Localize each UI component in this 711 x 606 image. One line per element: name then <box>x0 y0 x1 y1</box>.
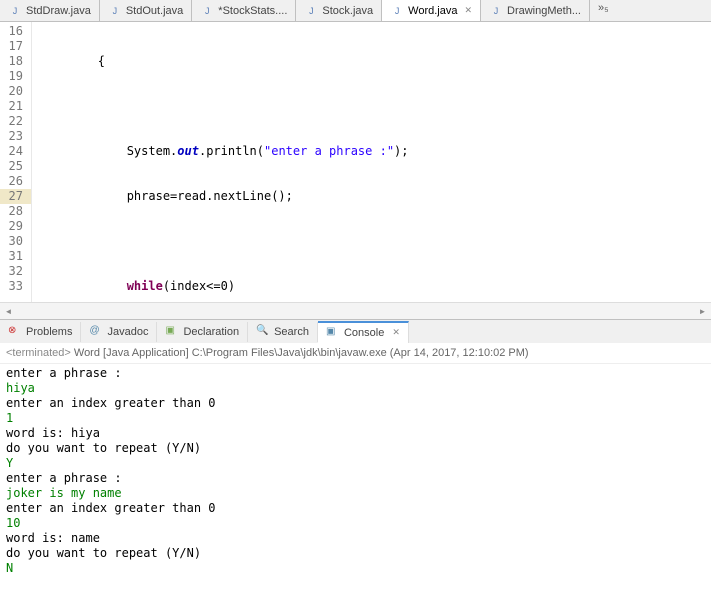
tab-label: Console <box>344 327 384 339</box>
console-input-line: joker is my name <box>6 486 705 501</box>
tab-label: Stock.java <box>322 5 373 17</box>
console-line: do you want to repeat (Y/N) <box>6 546 705 561</box>
tab-stddraw[interactable]: J StdDraw.java <box>0 0 100 21</box>
java-file-icon: J <box>304 4 318 18</box>
console-line: enter an index greater than 0 <box>6 396 705 411</box>
tab-label: DrawingMeth... <box>507 5 581 17</box>
tab-stockstats[interactable]: J *StockStats.... <box>192 0 296 21</box>
tab-label: Javadoc <box>107 326 148 338</box>
java-file-icon: J <box>108 4 122 18</box>
scroll-right-icon[interactable]: ► <box>694 303 711 320</box>
line-number: 16 <box>0 24 31 39</box>
console-input-line: Y <box>6 456 705 471</box>
line-number: 26 <box>0 174 31 189</box>
tab-word[interactable]: J Word.java ✕ <box>382 0 481 21</box>
tab-stock[interactable]: J Stock.java <box>296 0 382 21</box>
console-output[interactable]: enter a phrase : hiya enter an index gre… <box>0 364 711 578</box>
code-editor[interactable]: 16 17 18 19 20 21 22 23 24 25 26 27 28 2… <box>0 22 711 302</box>
line-number: 21 <box>0 99 31 114</box>
declaration-icon: ▣ <box>165 325 179 339</box>
tab-label: StdOut.java <box>126 5 183 17</box>
console-input-line: hiya <box>6 381 705 396</box>
line-number: 23 <box>0 129 31 144</box>
line-number-warning: 27 <box>0 189 31 204</box>
console-input-line: 1 <box>6 411 705 426</box>
console-icon: ▣ <box>326 326 340 340</box>
console-header: <terminated> Word [Java Application] C:\… <box>0 343 711 364</box>
line-number: 32 <box>0 264 31 279</box>
console-line: word is: name <box>6 531 705 546</box>
line-number: 19 <box>0 69 31 84</box>
tab-stdout[interactable]: J StdOut.java <box>100 0 192 21</box>
console-line: do you want to repeat (Y/N) <box>6 441 705 456</box>
console-input-line: N <box>6 561 705 576</box>
line-number: 25 <box>0 159 31 174</box>
tab-label: StdDraw.java <box>26 5 91 17</box>
line-number: 24 <box>0 144 31 159</box>
more-tabs-icon[interactable]: »₅ <box>590 0 617 21</box>
java-file-icon: J <box>8 4 22 18</box>
line-number: 29 <box>0 219 31 234</box>
javadoc-icon: @ <box>89 325 103 339</box>
search-icon: 🔍 <box>256 325 270 339</box>
close-icon[interactable]: ✕ <box>464 5 472 16</box>
console-line: enter a phrase : <box>6 471 705 486</box>
java-file-icon: J <box>489 4 503 18</box>
launch-config-label: Word [Java Application] C:\Program Files… <box>71 347 529 359</box>
line-number: 22 <box>0 114 31 129</box>
close-icon[interactable]: ✕ <box>392 327 400 338</box>
tab-console[interactable]: ▣ Console ✕ <box>318 321 409 343</box>
line-number: 31 <box>0 249 31 264</box>
tab-label: Search <box>274 326 309 338</box>
line-number: 28 <box>0 204 31 219</box>
terminated-label: <terminated> <box>6 347 71 359</box>
java-file-icon: J <box>390 4 404 18</box>
tab-label: Problems <box>26 326 72 338</box>
tab-javadoc[interactable]: @ Javadoc <box>81 322 157 342</box>
code-area[interactable]: { System.out.println("enter a phrase :")… <box>32 22 711 302</box>
horizontal-scrollbar[interactable]: ◄ ► <box>0 302 711 319</box>
tab-problems[interactable]: ⊗ Problems <box>0 322 81 342</box>
scroll-left-icon[interactable]: ◄ <box>0 303 17 320</box>
tab-label: *StockStats.... <box>218 5 287 17</box>
line-number: 33 <box>0 279 31 294</box>
tab-declaration[interactable]: ▣ Declaration <box>157 322 248 342</box>
editor-tab-bar: J StdDraw.java J StdOut.java J *StockStats.… <box>0 0 711 22</box>
line-number: 17 <box>0 39 31 54</box>
line-number: 30 <box>0 234 31 249</box>
tab-label: Declaration <box>183 326 239 338</box>
tab-label: Word.java <box>408 5 457 17</box>
line-number-gutter: 16 17 18 19 20 21 22 23 24 25 26 27 28 2… <box>0 22 32 302</box>
line-number: 18 <box>0 54 31 69</box>
tab-search[interactable]: 🔍 Search <box>248 322 318 342</box>
java-file-icon: J <box>200 4 214 18</box>
console-line: word is: hiya <box>6 426 705 441</box>
tab-drawingmeth[interactable]: J DrawingMeth... <box>481 0 590 21</box>
line-number: 20 <box>0 84 31 99</box>
problems-icon: ⊗ <box>8 325 22 339</box>
console-line: enter a phrase : <box>6 366 705 381</box>
bottom-tab-bar: ⊗Problems @Javadoc ▣Declaration 🔍Search … <box>0 319 711 343</box>
console-line: enter an index greater than 0 <box>6 501 705 516</box>
console-input-line: 10 <box>6 516 705 531</box>
